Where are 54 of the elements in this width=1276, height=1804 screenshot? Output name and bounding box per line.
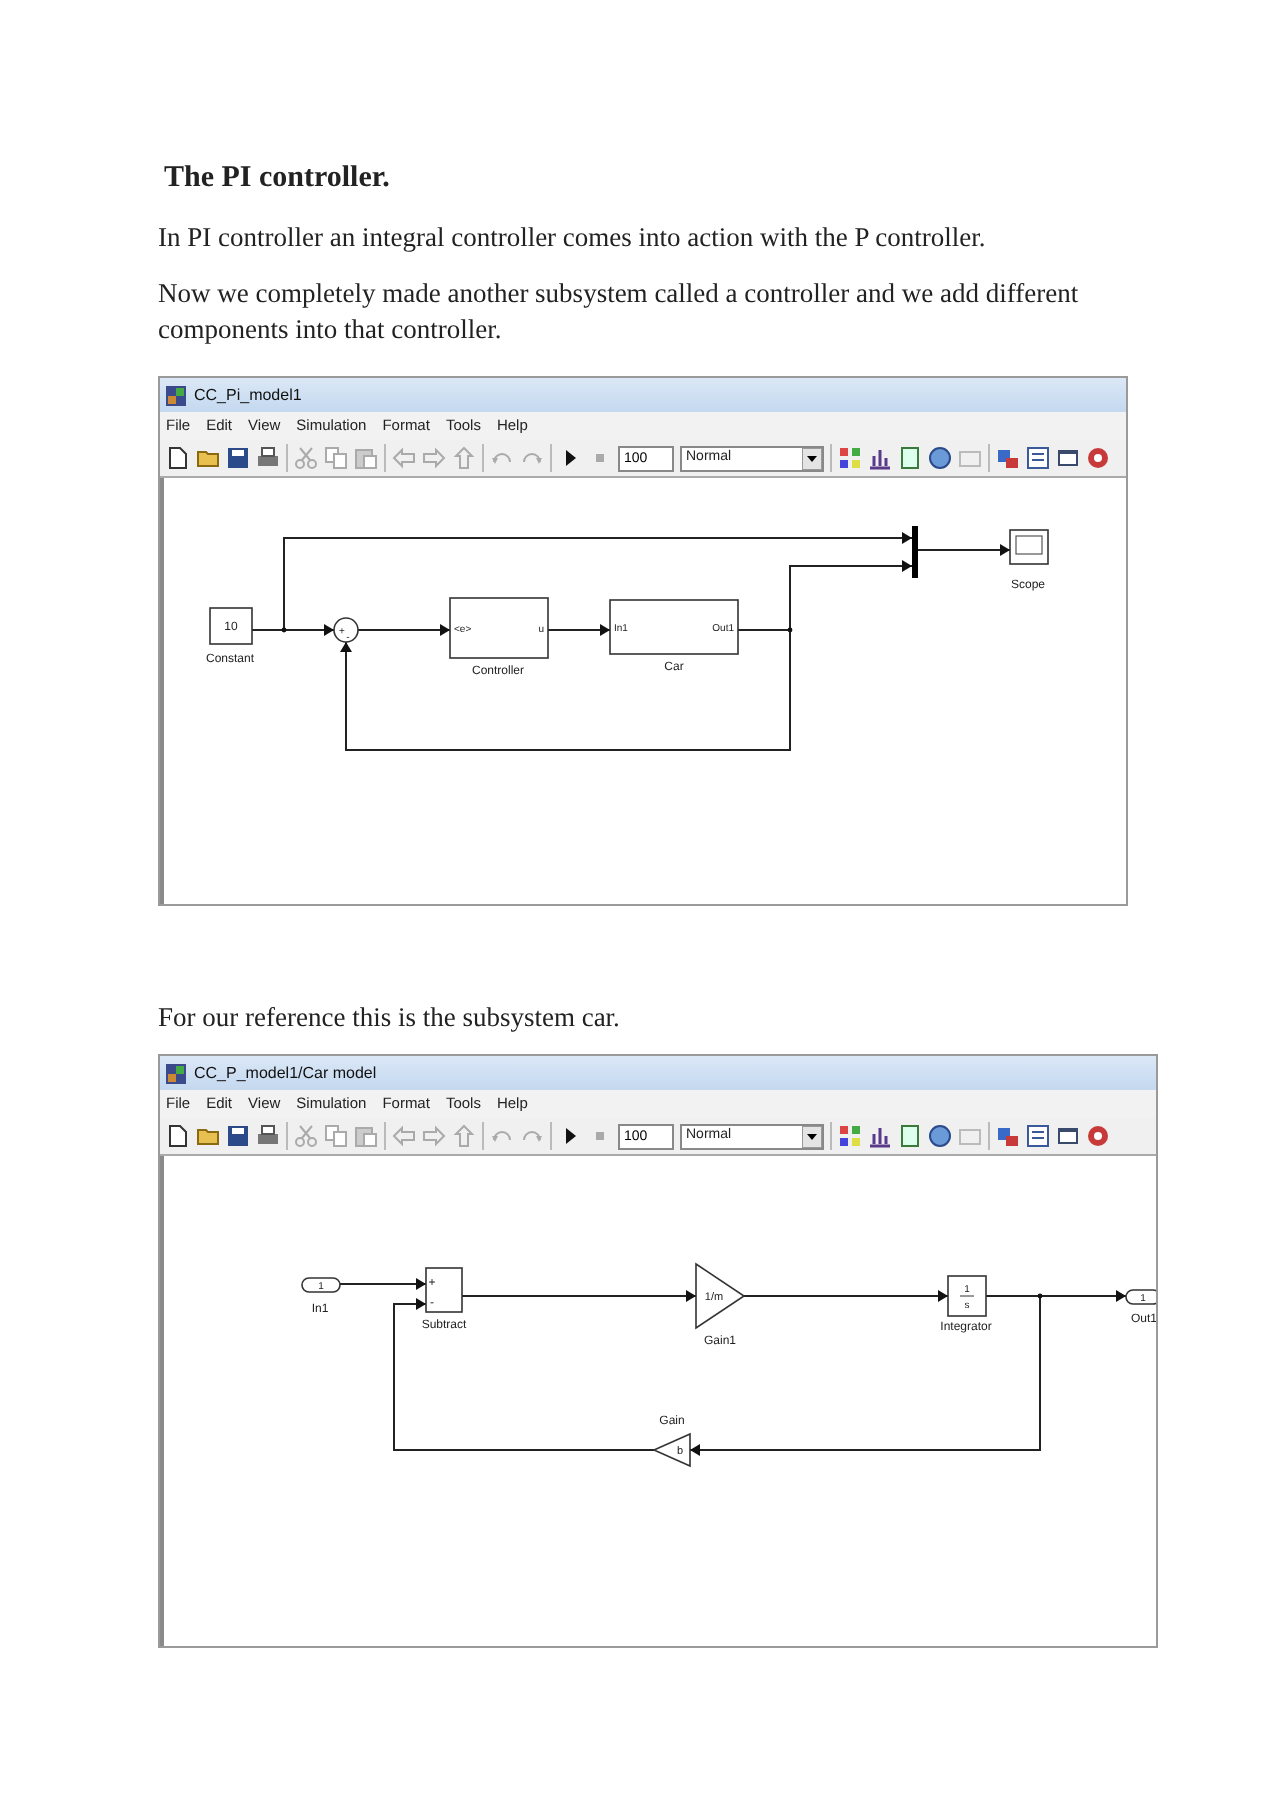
new-file-icon[interactable] <box>166 1124 190 1148</box>
app-icon <box>166 1063 186 1083</box>
globe-icon[interactable] <box>928 446 952 470</box>
window-title: CC_P_model1/Car model <box>194 1061 377 1085</box>
build-icon[interactable] <box>996 1124 1020 1148</box>
copy-icon[interactable] <box>324 446 348 470</box>
app-icon <box>166 385 186 405</box>
bar-chart-icon[interactable] <box>868 446 892 470</box>
library-icon[interactable] <box>838 1124 862 1148</box>
caret-icon <box>802 447 822 469</box>
subsystem-block <box>609 599 739 655</box>
document-icon[interactable] <box>898 446 922 470</box>
scope-screen-icon <box>1015 535 1043 555</box>
build-icon[interactable] <box>996 446 1020 470</box>
branch-dot <box>281 627 287 633</box>
globe-icon[interactable] <box>928 1124 952 1148</box>
branch-dot <box>787 627 793 633</box>
paragraph: In PI controller an integral controller comes into action with the P controller. <box>158 220 988 256</box>
target-icon[interactable] <box>1086 1124 1110 1148</box>
new-file-icon[interactable] <box>166 446 190 470</box>
paragraph: Now we completely made another subsystem called a controller and we add different components into that controller. <box>158 276 1081 348</box>
target-icon[interactable] <box>1086 446 1110 470</box>
library-icon[interactable] <box>838 446 862 470</box>
subtract-block <box>425 1267 463 1313</box>
bar-chart-icon[interactable] <box>868 1124 892 1148</box>
signal-arrow <box>917 544 1011 556</box>
inport-block <box>301 1277 341 1293</box>
signal-arrow <box>339 1278 427 1290</box>
paste-icon[interactable] <box>354 1124 378 1148</box>
open-folder-icon[interactable] <box>196 446 220 470</box>
integrator-block <box>947 1275 987 1317</box>
document-icon[interactable] <box>898 1124 922 1148</box>
open-folder-icon[interactable] <box>196 1124 220 1148</box>
window-icon[interactable] <box>1056 446 1080 470</box>
gain-block <box>695 1262 746 1330</box>
sum-junction <box>333 617 359 643</box>
branch-dot <box>1037 1293 1043 1299</box>
save-icon[interactable] <box>226 446 250 470</box>
window-title: CC_Pi_model1 <box>194 383 302 407</box>
constant-block <box>209 607 253 645</box>
window-icon[interactable] <box>1056 1124 1080 1148</box>
heading: The PI controller. <box>164 160 392 198</box>
explorer-icon[interactable] <box>1026 446 1050 470</box>
caret-icon <box>802 1125 822 1147</box>
subsystem-block <box>449 597 549 659</box>
print-icon[interactable] <box>256 446 280 470</box>
print-icon[interactable] <box>256 1124 280 1148</box>
save-icon[interactable] <box>226 1124 250 1148</box>
gain-block <box>652 1432 691 1468</box>
explorer-icon[interactable] <box>1026 1124 1050 1148</box>
copy-icon[interactable] <box>324 1124 348 1148</box>
paste-icon[interactable] <box>354 446 378 470</box>
caption: For our reference this is the subsystem car. <box>158 1000 622 1036</box>
mux-bar <box>912 526 918 578</box>
